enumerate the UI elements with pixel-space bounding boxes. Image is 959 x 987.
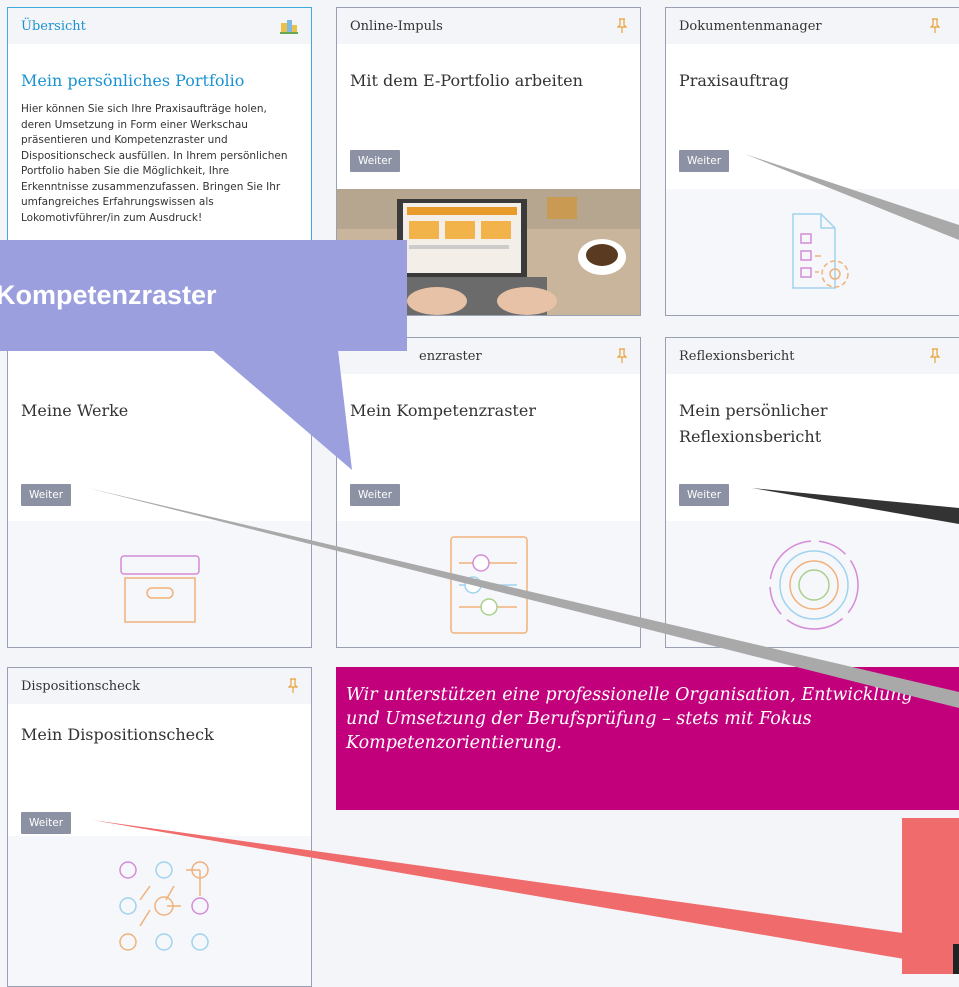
buildings-icon	[280, 20, 298, 34]
illustration	[8, 836, 311, 986]
card-header-label: enzraster	[419, 348, 482, 364]
card-title: Mein Kompetenzraster	[350, 401, 536, 420]
callout-label: Kompetenzraster	[0, 280, 217, 310]
network-nodes-icon	[118, 861, 209, 951]
card-werke: Meine Werke Weiter	[7, 337, 312, 648]
card-title: Mein persönliches Portfolio	[21, 71, 245, 90]
pin-icon[interactable]	[617, 348, 627, 364]
weiter-button[interactable]: Weiter	[679, 150, 730, 172]
archive-box-icon	[119, 555, 200, 623]
card-header: Übersicht	[8, 8, 311, 44]
target-rings-icon	[768, 540, 859, 630]
card-header-label: Dispositionscheck	[21, 678, 140, 694]
weiter-button[interactable]: Weiter	[21, 484, 72, 506]
pin-icon[interactable]	[930, 348, 940, 364]
card-header-label: Dokumentenmanager	[679, 18, 822, 34]
card-header-label: Übersicht	[21, 18, 86, 34]
card-header-label: Reflexionsbericht	[679, 348, 795, 364]
card-title: Meine Werke	[21, 401, 129, 420]
pin-icon[interactable]	[617, 18, 627, 34]
card-header: Reflexionsbericht	[666, 338, 959, 374]
sliders-icon	[449, 536, 528, 634]
weiter-button[interactable]: Weiter	[350, 150, 401, 172]
card-dispositionscheck: Dispositionscheck Mein Dispositionscheck…	[7, 667, 312, 987]
card-reflexionsbericht: Reflexionsbericht Mein persönlicher Refl…	[665, 337, 959, 648]
document-settings-icon	[791, 213, 849, 289]
red-callout-box	[902, 818, 959, 974]
card-title: Mit dem E-Portfolio arbeiten	[350, 71, 583, 90]
pin-icon[interactable]	[930, 18, 940, 34]
red-callout-marker	[953, 944, 959, 974]
card-dokumentenmanager: Dokumentenmanager Praxisauftrag Weiter	[665, 7, 959, 316]
card-title: Praxisauftrag	[679, 71, 789, 90]
card-header: Dokumentenmanager	[666, 8, 959, 44]
weiter-button[interactable]: Weiter	[21, 812, 72, 834]
card-title: Mein Dispositionscheck	[21, 725, 214, 744]
weiter-button[interactable]: Weiter	[679, 484, 730, 506]
card-title: Mein persönlicher Reflexionsbericht	[679, 401, 828, 446]
weiter-button[interactable]: Weiter	[350, 484, 401, 506]
callout-kompetenzraster: Kompetenzraster	[0, 240, 407, 351]
overview-description: Hier können Sie sich Ihre Praxisaufträge…	[21, 103, 288, 224]
illustration	[666, 521, 959, 647]
banner-text: Wir unterstützen eine professionelle Org…	[346, 685, 913, 753]
pin-icon[interactable]	[288, 678, 298, 694]
illustration	[666, 189, 959, 315]
illustration	[337, 521, 640, 647]
card-header: Dispositionscheck	[8, 668, 311, 704]
card-kompetenzraster: enzraster Mein Kompetenzraster Weiter	[336, 337, 641, 648]
card-header-label: Online-Impuls	[350, 18, 443, 34]
card-header: Online-Impuls	[337, 8, 640, 44]
illustration	[8, 521, 311, 647]
mission-banner: Wir unterstützen eine professionelle Org…	[336, 667, 959, 810]
